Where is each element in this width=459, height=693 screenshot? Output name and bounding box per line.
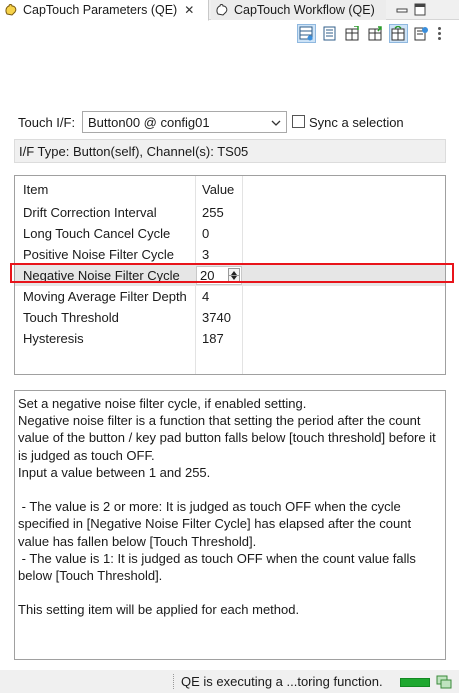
view-list-button[interactable]	[320, 24, 339, 43]
status-separator	[173, 674, 174, 689]
settings-icon	[414, 26, 428, 40]
view-list-icon	[323, 26, 336, 40]
minimize-icon[interactable]	[396, 3, 408, 17]
status-bar: QE is executing a ...toring function.	[0, 670, 459, 693]
touch-if-label: Touch I/F:	[18, 115, 76, 130]
sync-selection-checkbox[interactable]	[292, 115, 305, 128]
row-item: Touch Threshold	[23, 310, 119, 325]
maximize-icon[interactable]	[414, 3, 426, 17]
apply-button[interactable]	[389, 23, 408, 43]
view-toolbar	[297, 22, 443, 44]
tab-label: CapTouch Workflow (QE)	[234, 3, 375, 17]
captouch-parameters-icon	[4, 3, 18, 17]
value-spinner-input[interactable]: 20	[196, 266, 242, 285]
touch-if-selected-value: Button00 @ config01	[88, 114, 210, 130]
tab-captouch-workflow[interactable]: CapTouch Workflow (QE)	[211, 0, 386, 20]
header-value[interactable]: Value	[202, 182, 234, 197]
tab-label: CapTouch Parameters (QE)	[23, 3, 178, 17]
row-value[interactable]: 3740	[202, 310, 231, 325]
settings-button[interactable]	[412, 24, 431, 43]
table-row[interactable]: Hysteresis 187	[15, 328, 445, 349]
row-value[interactable]: 3	[202, 247, 209, 262]
captouch-workflow-icon	[215, 3, 229, 17]
if-type-info: I/F Type: Button(self), Channel(s): TS05	[14, 139, 446, 163]
more-icon[interactable]	[435, 24, 443, 43]
progress-indicator[interactable]	[400, 678, 430, 687]
import-button[interactable]	[343, 24, 362, 43]
progress-view-icon[interactable]	[436, 675, 452, 689]
row-item: Drift Correction Interval	[23, 205, 157, 220]
touch-if-select[interactable]: Button00 @ config01	[82, 111, 287, 133]
spinner-arrows-icon[interactable]	[228, 268, 240, 283]
table-row-selected[interactable]: Negative Noise Filter Cycle 20	[15, 265, 445, 286]
close-icon[interactable]: ✕	[183, 4, 195, 16]
header-item[interactable]: Item	[23, 182, 48, 197]
view-table-icon	[299, 26, 313, 40]
tab-bar: CapTouch Parameters (QE) ✕ CapTouch Work…	[0, 0, 459, 21]
row-item: Negative Noise Filter Cycle	[23, 268, 180, 283]
description-panel: Set a negative noise filter cycle, if en…	[14, 390, 446, 660]
row-value[interactable]: 0	[202, 226, 209, 241]
chevron-down-icon	[271, 120, 281, 126]
row-item: Long Touch Cancel Cycle	[23, 226, 171, 241]
export-button[interactable]	[366, 24, 385, 43]
spinner-value[interactable]: 20	[200, 268, 214, 283]
apply-icon	[391, 25, 405, 40]
tab-captouch-parameters[interactable]: CapTouch Parameters (QE) ✕	[0, 0, 209, 21]
if-type-text: I/F Type: Button(self), Channel(s): TS05	[19, 143, 249, 159]
export-icon	[368, 25, 382, 40]
table-row[interactable]: Moving Average Filter Depth 4	[15, 286, 445, 307]
row-item: Positive Noise Filter Cycle	[23, 247, 174, 262]
table-row[interactable]: Long Touch Cancel Cycle 0	[15, 223, 445, 244]
status-text: QE is executing a ...toring function.	[181, 674, 383, 689]
row-value[interactable]: 4	[202, 289, 209, 304]
sync-selection-label: Sync a selection	[309, 115, 404, 130]
parameter-table: Item Value Drift Correction Interval 255…	[14, 175, 446, 375]
table-row[interactable]: Positive Noise Filter Cycle 3	[15, 244, 445, 265]
import-icon	[345, 25, 359, 40]
table-row[interactable]: Drift Correction Interval 255	[15, 202, 445, 223]
row-item: Hysteresis	[23, 331, 84, 346]
row-value[interactable]: 255	[202, 205, 224, 220]
row-item: Moving Average Filter Depth	[23, 289, 187, 304]
row-value[interactable]: 187	[202, 331, 224, 346]
view-table-button[interactable]	[297, 23, 316, 43]
table-header: Item Value	[15, 176, 445, 202]
table-row[interactable]: Touch Threshold 3740	[15, 307, 445, 328]
